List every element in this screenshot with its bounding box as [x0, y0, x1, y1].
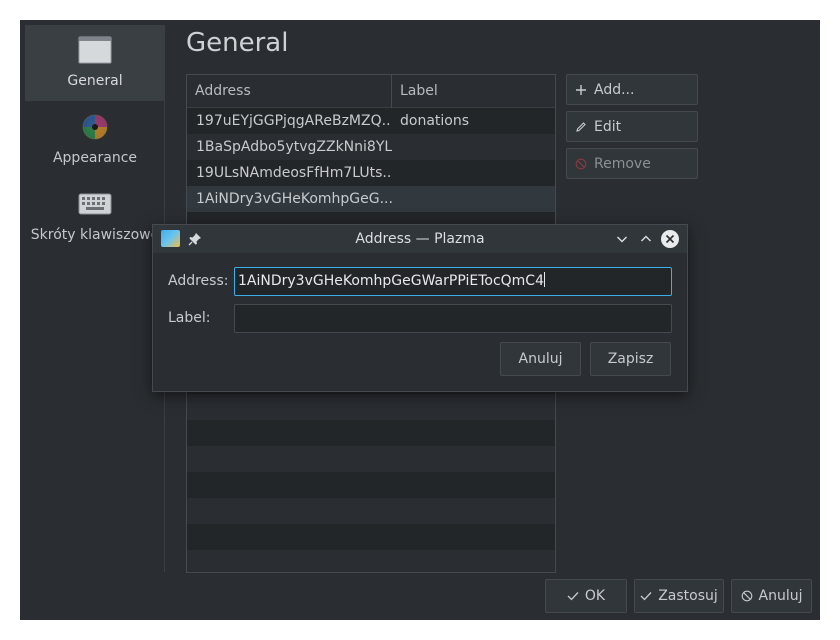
- address-field-value: 1AiNDry3vGHeKomhpGeGWarPPiETocQmC4: [238, 273, 544, 289]
- sidebar-item-label: Appearance: [52, 150, 138, 166]
- cell-label: [392, 186, 555, 212]
- maximize-button[interactable]: [637, 230, 655, 248]
- check-icon: [640, 591, 652, 601]
- add-button[interactable]: Add...: [566, 74, 698, 105]
- cancel-button-label: Anuluj: [758, 588, 803, 604]
- empty-row: [187, 472, 555, 498]
- dialog-save-button[interactable]: Zapisz: [590, 342, 671, 376]
- remove-button[interactable]: Remove: [566, 148, 698, 179]
- forbidden-icon: [574, 157, 588, 171]
- sidebar-item-shortcuts[interactable]: Skróty klawiszowe: [25, 179, 165, 255]
- table-row-selected[interactable]: 1AiNDry3vGHeKomhpGeG...: [187, 186, 555, 212]
- sidebar-item-general[interactable]: General: [25, 25, 165, 101]
- label-field[interactable]: [234, 304, 672, 333]
- table-row[interactable]: 197uEYjGGPjqgAReBzMZQ... donations: [187, 108, 555, 134]
- chevron-up-icon: [641, 235, 651, 242]
- window-icon: [77, 35, 113, 65]
- edit-button-label: Edit: [594, 118, 622, 135]
- column-header-label[interactable]: Label: [392, 75, 555, 108]
- check-icon: [567, 591, 579, 601]
- page-title: General: [186, 28, 289, 58]
- cell-label: donations: [400, 113, 470, 129]
- apply-button[interactable]: Zastosuj: [634, 579, 724, 613]
- text-cursor: [543, 272, 545, 287]
- apply-button-label: Zastosuj: [658, 588, 718, 604]
- dialog-save-label: Zapisz: [607, 351, 654, 367]
- empty-row: [187, 550, 555, 572]
- address-field[interactable]: 1AiNDry3vGHeKomhpGeGWarPPiETocQmC4: [234, 267, 672, 296]
- address-dialog: Address — Plazma Address: 1AiNDry3vGHeKo…: [152, 224, 688, 392]
- empty-row: [187, 394, 555, 420]
- empty-row: [187, 420, 555, 446]
- close-button[interactable]: [661, 230, 679, 248]
- edit-button[interactable]: Edit: [566, 111, 698, 142]
- sidebar-item-label: General: [67, 73, 123, 89]
- dialog-cancel-button[interactable]: Anuluj: [500, 342, 581, 376]
- cancel-button[interactable]: Anuluj: [731, 579, 812, 613]
- close-icon: [665, 234, 675, 244]
- dialog-cancel-label: Anuluj: [518, 351, 563, 367]
- sidebar-item-label: Skróty klawiszowe: [30, 227, 160, 243]
- table-row[interactable]: 1BaSpAdbo5ytvgZZkNni8YL...: [187, 134, 555, 160]
- dialog-titlebar[interactable]: Address — Plazma: [153, 225, 687, 253]
- cancel-icon: [741, 590, 753, 602]
- minimize-button[interactable]: [613, 230, 631, 248]
- sidebar: General Appearance Skróty klawiszowe: [25, 25, 165, 572]
- remove-button-label: Remove: [594, 155, 651, 172]
- chevron-down-icon: [617, 236, 627, 243]
- cell-label: [392, 160, 555, 186]
- table-row[interactable]: 19ULsNAmdeosFfHm7LUts...: [187, 160, 555, 186]
- cell-address: 197uEYjGGPjqgAReBzMZQ...: [196, 113, 392, 129]
- cell-address: 1BaSpAdbo5ytvgZZkNni8YL...: [196, 139, 392, 155]
- ok-button-label: OK: [584, 588, 606, 604]
- empty-row: [187, 524, 555, 550]
- cell-label: [392, 134, 555, 160]
- color-disc-icon: [77, 112, 113, 142]
- column-header-address[interactable]: Address: [187, 75, 392, 108]
- empty-row: [187, 498, 555, 524]
- label-field-label: Label:: [168, 310, 211, 326]
- table-header: Address Label: [187, 75, 555, 108]
- sidebar-item-appearance[interactable]: Appearance: [25, 102, 165, 178]
- add-button-label: Add...: [594, 81, 635, 98]
- plus-icon: [574, 83, 588, 97]
- cell-address: 19ULsNAmdeosFfHm7LUts...: [196, 165, 392, 181]
- cell-address: 1AiNDry3vGHeKomhpGeG...: [196, 191, 392, 207]
- keyboard-icon: [77, 189, 113, 219]
- dialog-title: Address — Plazma: [355, 231, 485, 247]
- empty-row: [187, 446, 555, 472]
- ok-button[interactable]: OK: [545, 579, 627, 613]
- pencil-icon: [574, 120, 588, 134]
- address-field-label: Address:: [168, 273, 229, 289]
